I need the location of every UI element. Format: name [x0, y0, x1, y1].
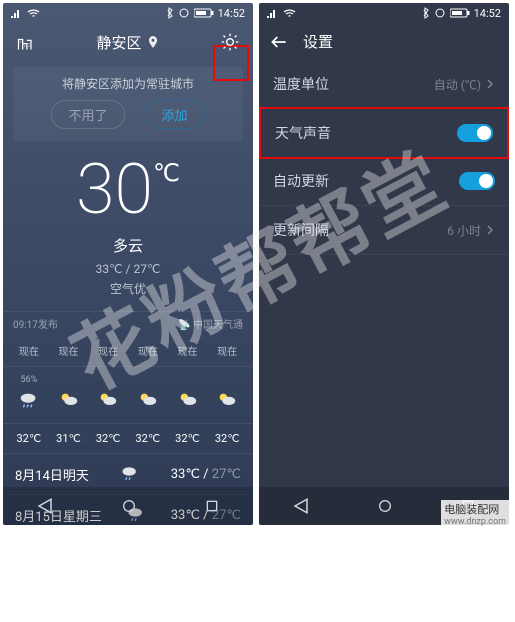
weather-main-screen: 14:52 静安区 将静安区添加为常驻城市 不用了 添加	[3, 3, 253, 525]
orientation-icon	[178, 8, 190, 18]
bluetooth-icon	[422, 7, 430, 19]
publish-time: 09:17发布	[13, 316, 58, 331]
today-high: 33℃	[96, 262, 123, 276]
status-bar: 14:52	[3, 3, 253, 23]
status-time: 14:52	[218, 7, 245, 20]
setting-weather-sound[interactable]: 天气声音	[259, 107, 509, 159]
rain-icon	[120, 464, 140, 484]
hourly-icons-row[interactable]: 56%	[3, 367, 253, 424]
rain-icon	[18, 389, 40, 411]
weather-settings-screen: 14:52 设置 温度单位 自动 (℃) 天气声音 自动更新 更新间隔 6 小时	[259, 3, 509, 525]
status-bar: 14:52	[259, 3, 509, 23]
nav-bar	[3, 487, 253, 525]
setting-temp-unit[interactable]: 温度单位 自动 (℃)	[259, 60, 509, 109]
setting-label: 温度单位	[273, 74, 329, 94]
nav-back-icon[interactable]	[292, 497, 310, 515]
partly-cloudy-icon	[177, 389, 199, 411]
hourly-temps-row: 32℃ 31℃ 32℃ 32℃ 32℃ 32℃	[3, 424, 253, 454]
partly-cloudy-icon	[137, 389, 159, 411]
add-city-button[interactable]	[13, 29, 39, 55]
temp-unit: ℃	[153, 161, 180, 185]
nav-home-icon[interactable]	[121, 498, 137, 514]
weather-header: 静安区	[3, 23, 253, 61]
battery-icon	[194, 8, 214, 18]
partly-cloudy-icon	[58, 389, 80, 411]
partly-cloudy-icon	[216, 389, 238, 411]
back-icon[interactable]	[269, 32, 289, 52]
location-title[interactable]: 静安区	[96, 32, 141, 53]
chevron-right-icon	[485, 224, 495, 236]
current-conditions: 30 ℃ 多云 33℃ / 27℃ 空气优	[3, 147, 253, 311]
prompt-text: 将静安区添加为常驻城市	[23, 75, 233, 92]
bluetooth-icon	[166, 7, 174, 19]
hourly-times-row[interactable]: 现在 现在 现在 现在 现在 现在	[3, 335, 253, 367]
source-label: 📡 中国天气通	[178, 316, 243, 331]
prompt-dismiss-button[interactable]: 不用了	[51, 100, 124, 129]
wifi-icon	[27, 8, 40, 18]
condition-text: 多云	[3, 235, 253, 256]
orientation-icon	[434, 8, 446, 18]
signal-icon	[267, 8, 279, 18]
today-low: 27℃	[133, 262, 160, 276]
wifi-icon	[283, 8, 296, 18]
location-pin-icon	[146, 35, 160, 49]
chevron-right-icon	[485, 78, 495, 90]
settings-title: 设置	[303, 31, 333, 52]
nav-back-icon[interactable]	[36, 497, 54, 515]
setting-label: 自动更新	[273, 171, 329, 191]
signal-icon	[11, 8, 23, 18]
prompt-add-button[interactable]: 添加	[145, 100, 205, 129]
nav-home-icon[interactable]	[377, 498, 393, 514]
setting-update-interval[interactable]: 更新间隔 6 小时	[259, 206, 509, 255]
partly-cloudy-icon	[97, 389, 119, 411]
gear-icon	[220, 32, 240, 52]
source-watermark: 电脑装配网 www.dnzp.com	[441, 500, 509, 528]
air-quality: 空气优	[3, 280, 253, 297]
status-time: 14:52	[474, 7, 501, 20]
nav-recent-icon[interactable]	[204, 498, 220, 514]
current-temp: 30	[76, 155, 153, 225]
battery-icon	[450, 8, 470, 18]
add-city-prompt: 将静安区添加为常驻城市 不用了 添加	[13, 67, 243, 141]
auto-update-toggle[interactable]	[459, 172, 495, 190]
settings-button[interactable]	[217, 29, 243, 55]
setting-label: 天气声音	[275, 123, 331, 143]
weather-sound-toggle[interactable]	[457, 124, 493, 142]
setting-label: 更新间隔	[273, 220, 329, 240]
setting-auto-update[interactable]: 自动更新	[259, 157, 509, 206]
day-label: 8月14日明天	[15, 465, 89, 484]
settings-header: 设置	[259, 23, 509, 60]
